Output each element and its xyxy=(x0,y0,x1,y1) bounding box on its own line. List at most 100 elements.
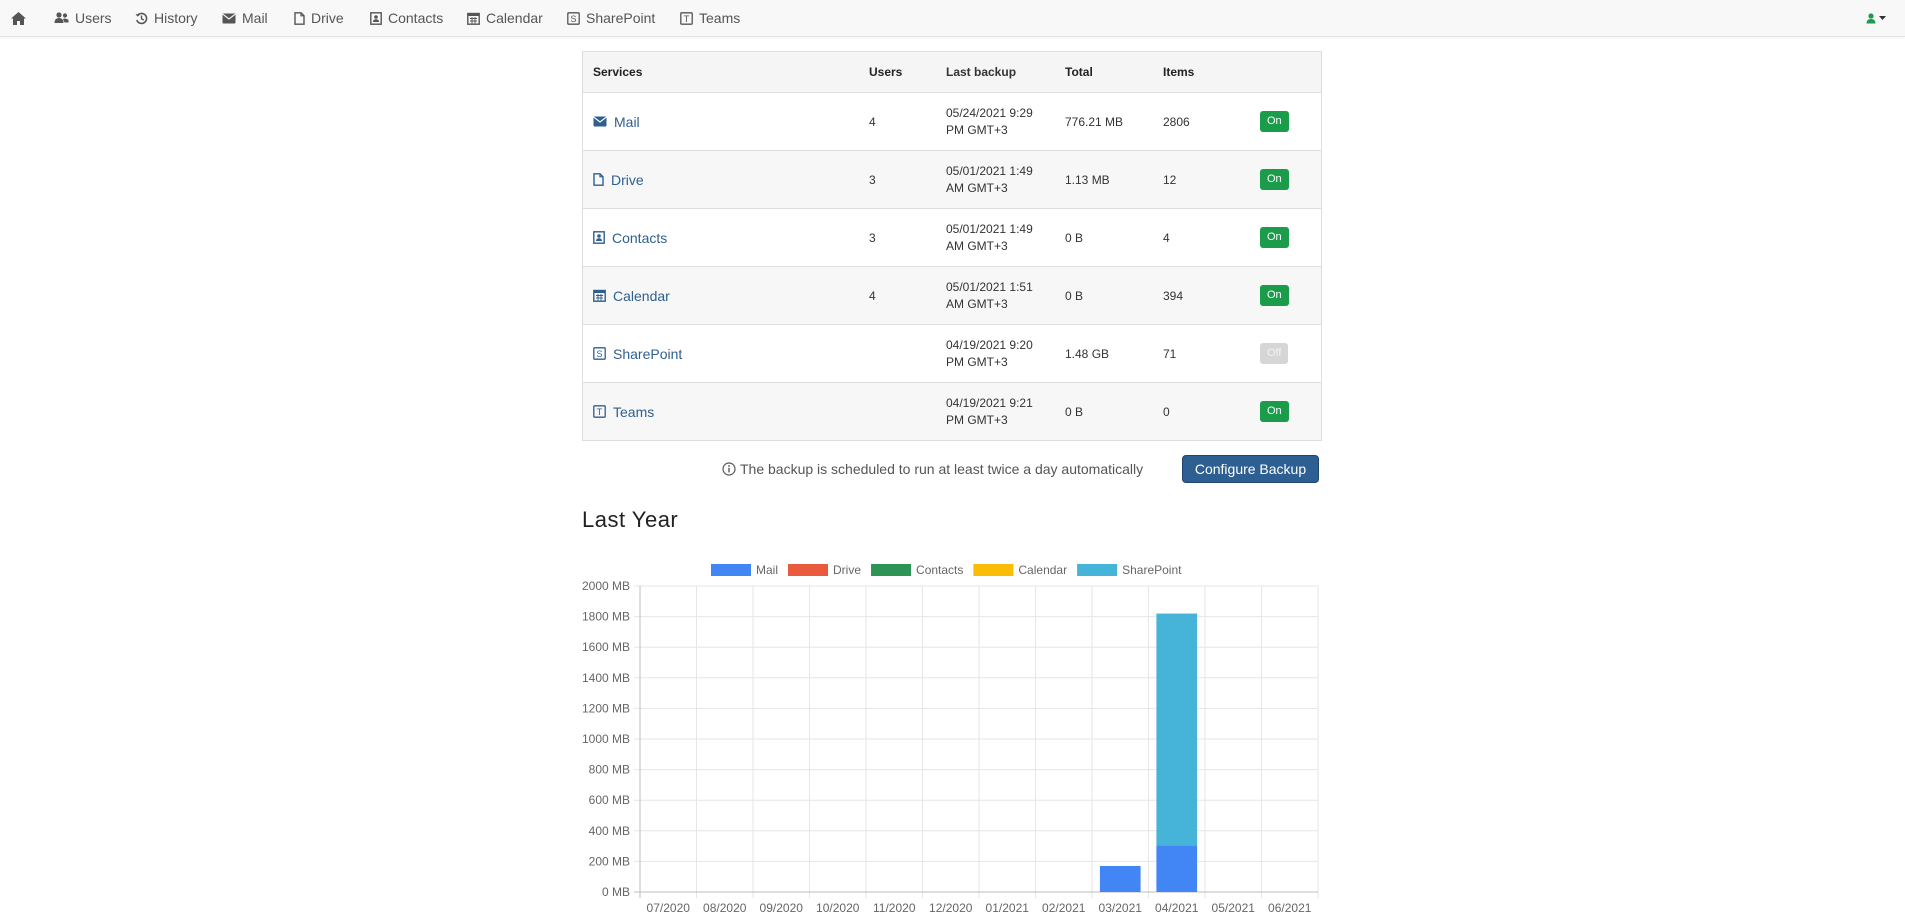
header-services: Services xyxy=(593,65,643,79)
total-size: 0 B xyxy=(1065,404,1084,419)
header-last-backup: Last backup xyxy=(946,64,1017,79)
legend-label: Drive xyxy=(833,563,861,577)
nav-mail[interactable]: Mail xyxy=(222,0,268,36)
x-tick-label: 08/2020 xyxy=(703,901,747,915)
y-tick-label: 1200 MB xyxy=(582,701,630,715)
history-icon xyxy=(135,12,148,24)
header-items: Items xyxy=(1163,65,1195,79)
bar-mail xyxy=(1099,865,1141,892)
table-row: S SharePoint 04/19/2021 9:20 PM GMT+3 1.4… xyxy=(583,325,1321,383)
service-link-contacts[interactable]: Contacts xyxy=(593,230,667,246)
y-tick-label: 800 MB xyxy=(589,763,630,777)
legend-label: Contacts xyxy=(916,563,963,577)
status-toggle-on[interactable]: On xyxy=(1260,401,1289,422)
legend-label: Mail xyxy=(756,563,778,577)
svg-text:S: S xyxy=(570,14,576,24)
nav-drive-label: Drive xyxy=(311,10,344,26)
service-name: Teams xyxy=(613,403,655,420)
status-toggle-on[interactable]: On xyxy=(1260,169,1289,190)
last-backup: 04/19/2021 9:20 PM GMT+3 xyxy=(946,337,1033,369)
envelope-icon xyxy=(593,116,607,127)
service-link-drive[interactable]: Drive xyxy=(593,172,644,188)
contact-card-icon xyxy=(593,231,605,244)
configure-backup-button[interactable]: Configure Backup xyxy=(1182,455,1319,483)
legend-swatch xyxy=(788,564,829,576)
bar-mail xyxy=(1156,845,1198,892)
last-backup: 05/01/2021 1:51 AM GMT+3 xyxy=(946,279,1033,311)
file-icon xyxy=(294,11,305,25)
items-count: 0 xyxy=(1163,404,1170,419)
user-menu-button[interactable] xyxy=(1866,0,1887,36)
y-tick-label: 200 MB xyxy=(589,854,630,868)
caret-down-icon xyxy=(1879,16,1886,20)
x-tick-label: 05/2021 xyxy=(1212,901,1256,915)
svg-text:T: T xyxy=(597,407,603,417)
nav-users[interactable]: Users xyxy=(54,0,112,36)
calendar-icon xyxy=(467,12,480,25)
status-toggle-on[interactable]: On xyxy=(1260,227,1289,248)
service-name: Mail xyxy=(614,113,640,130)
x-tick-label: 06/2021 xyxy=(1268,901,1312,915)
service-link-calendar[interactable]: Calendar xyxy=(593,288,670,304)
table-row: Drive 3 05/01/2021 1:49 AM GMT+3 1.13 MB … xyxy=(583,151,1321,209)
total-size: 0 B xyxy=(1065,288,1084,303)
users-count: 4 xyxy=(869,114,876,129)
teams-icon: T xyxy=(593,405,606,418)
items-count: 394 xyxy=(1163,288,1184,303)
y-tick-label: 0 MB xyxy=(602,885,630,899)
svg-text:S: S xyxy=(596,349,602,359)
header-total: Total xyxy=(1065,65,1093,79)
nav-teams[interactable]: T Teams xyxy=(680,0,740,36)
items-count: 2806 xyxy=(1163,114,1190,129)
last-backup: 04/19/2021 9:21 PM GMT+3 xyxy=(946,395,1033,427)
service-link-mail[interactable]: Mail xyxy=(593,114,640,130)
sharepoint-icon: S xyxy=(567,11,580,25)
service-link-teams[interactable]: T Teams xyxy=(593,404,654,420)
envelope-icon xyxy=(222,13,236,23)
nav-history[interactable]: History xyxy=(135,0,198,36)
total-size: 776.21 MB xyxy=(1065,114,1124,129)
nav-calendar-label: Calendar xyxy=(486,10,543,26)
svg-text:T: T xyxy=(684,14,690,24)
bar-sharepoint xyxy=(1156,613,1198,846)
nav-contacts-label: Contacts xyxy=(388,10,444,26)
service-link-sharepoint[interactable]: S SharePoint xyxy=(593,346,682,362)
total-size: 1.48 GB xyxy=(1065,346,1110,361)
y-tick-label: 2000 MB xyxy=(582,579,630,593)
x-tick-label: 01/2021 xyxy=(986,901,1030,915)
nav-drive[interactable]: Drive xyxy=(294,0,344,36)
user-icon xyxy=(1866,12,1876,23)
service-name: Contacts xyxy=(612,229,668,246)
contact-card-icon xyxy=(370,11,382,25)
items-count: 4 xyxy=(1163,230,1170,245)
x-tick-label: 12/2020 xyxy=(929,901,973,915)
legend-swatch xyxy=(1077,564,1118,576)
users-count: 3 xyxy=(869,230,876,245)
status-toggle-on[interactable]: On xyxy=(1260,285,1289,306)
services-table: Services Users Last backup Total Items M… xyxy=(582,51,1322,441)
service-name: SharePoint xyxy=(613,345,683,362)
nav-contacts[interactable]: Contacts xyxy=(370,0,443,36)
section-title: Last Year xyxy=(582,507,679,532)
service-name: Calendar xyxy=(613,287,670,304)
y-tick-label: 600 MB xyxy=(589,793,630,807)
nav-sharepoint[interactable]: S SharePoint xyxy=(567,0,655,36)
nav-history-label: History xyxy=(154,10,198,26)
x-tick-label: 04/2021 xyxy=(1155,901,1199,915)
table-row: Calendar 4 05/01/2021 1:51 AM GMT+3 0 B 3… xyxy=(583,267,1321,325)
last-backup: 05/01/2021 1:49 AM GMT+3 xyxy=(946,221,1033,253)
nav-calendar[interactable]: Calendar xyxy=(467,0,543,36)
status-toggle-on[interactable]: On xyxy=(1260,111,1289,132)
info-icon xyxy=(722,462,736,476)
header-users: Users xyxy=(869,65,903,79)
users-icon xyxy=(54,12,69,23)
y-tick-label: 400 MB xyxy=(589,824,630,838)
home-button[interactable] xyxy=(10,0,33,36)
total-size: 1.13 MB xyxy=(1065,172,1110,187)
status-toggle-off[interactable]: Off xyxy=(1260,343,1289,364)
total-size: 0 B xyxy=(1065,230,1084,245)
home-icon xyxy=(11,11,26,25)
backup-size-chart: Mail Drive Contacts Calendar SharePoint 0 MB 2… xyxy=(582,563,1319,915)
items-count: 12 xyxy=(1163,172,1177,187)
last-backup: 05/24/2021 9:29 PM GMT+3 xyxy=(946,105,1033,137)
